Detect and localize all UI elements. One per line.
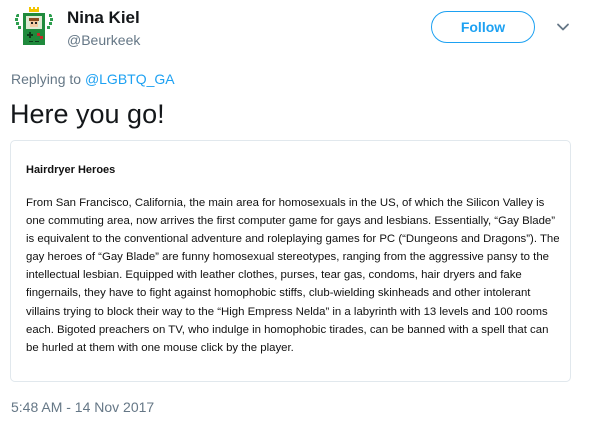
replying-to-prefix: Replying to	[11, 71, 85, 87]
author-block: Nina Kiel @Beurkeek	[67, 8, 140, 49]
tweet-menu-button[interactable]	[553, 17, 573, 37]
replying-to-link[interactable]: @LGBTQ_GA	[85, 71, 175, 87]
avatar[interactable]	[12, 6, 56, 50]
user-handle[interactable]: @Beurkeek	[67, 31, 140, 49]
tweet-text: Here you go!	[10, 99, 165, 129]
attachment-body: From San Francisco, California, the main…	[26, 197, 560, 354]
chevron-down-icon	[557, 23, 569, 31]
follow-button[interactable]: Follow	[431, 11, 535, 43]
attachment-heading: Hairdryer Heroes	[26, 164, 116, 176]
pixel-game-console-avatar-icon	[12, 6, 56, 50]
replying-to-line: Replying to @LGBTQ_GA	[11, 71, 175, 87]
attached-image[interactable]: Hairdryer Heroes From San Francisco, Cal…	[10, 140, 571, 382]
display-name[interactable]: Nina Kiel	[67, 8, 140, 28]
tweet-timestamp[interactable]: 5:48 AM - 14 Nov 2017	[11, 399, 154, 415]
